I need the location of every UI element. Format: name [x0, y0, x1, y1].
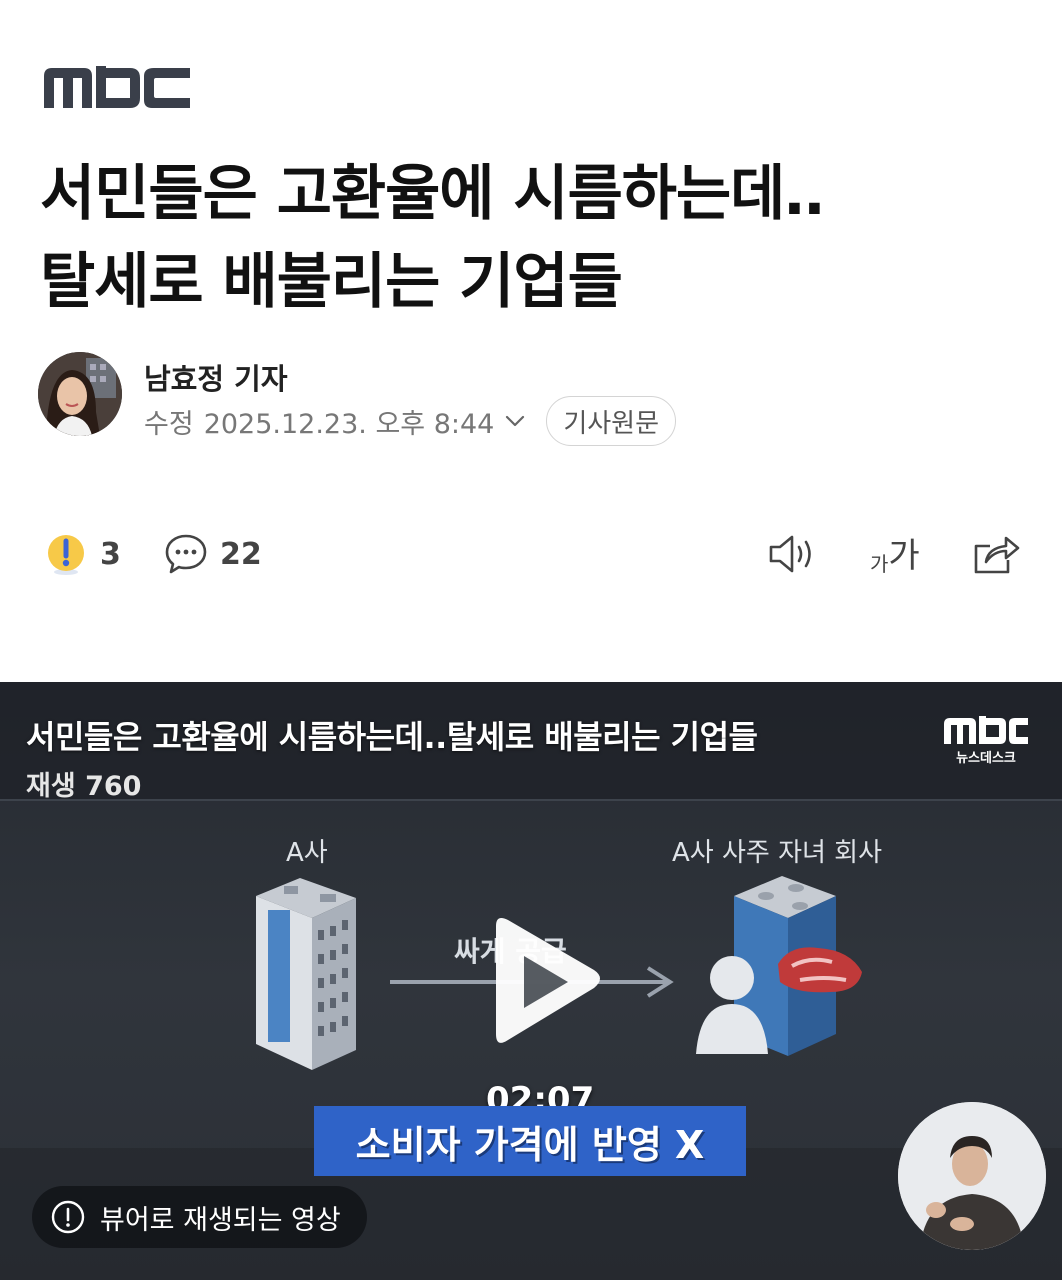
chevron-down-icon[interactable]: [502, 408, 528, 434]
author-section: 남효정 기자 수정 2025.12.23. 오후 8:44 기사원문: [38, 352, 758, 446]
sign-language-interpreter: [898, 1102, 1046, 1250]
video-view-count: 재생 760: [26, 771, 142, 802]
headline-line-1: 서민들은 고환율에 시름하는데‥: [40, 159, 824, 229]
share-button[interactable]: [972, 522, 1020, 586]
video-caption-banner: 소비자 가격에 반영 X: [314, 1106, 746, 1176]
reporter-name[interactable]: 남효정 기자: [144, 356, 288, 398]
tts-speaker-icon: [768, 532, 818, 576]
info-icon: [50, 1199, 86, 1235]
headline-line-2: 탈세로 배불리는 기업들: [40, 247, 623, 317]
font-size-button[interactable]: 가 가: [870, 522, 920, 586]
play-button-icon[interactable]: [478, 912, 606, 1052]
article-headline: 서민들은 고환율에 시름하는데‥ 탈세로 배불리는 기업들: [40, 150, 1030, 326]
scene-label-subsidiary: A사 사주 자녀 회사: [672, 838, 883, 868]
original-article-button[interactable]: 기사원문: [546, 396, 677, 446]
font-size-large-label: 가: [888, 536, 920, 576]
reaction-icon: [44, 532, 88, 576]
video-title: 서민들은 고환율에 시름하는데..탈세로 배불리는 기업들: [26, 718, 758, 756]
comment-button[interactable]: 22: [164, 522, 262, 586]
tts-button[interactable]: [768, 522, 818, 586]
comment-icon: [164, 532, 208, 576]
scene-label-company: A사: [286, 838, 328, 868]
reaction-count: 3: [100, 536, 121, 572]
font-size-small-label: 가: [870, 552, 889, 576]
modified-datetime: 2025.12.23. 오후 8:44: [203, 408, 495, 440]
article-actions: 3 22 가 가: [0, 522, 1062, 586]
viewer-notice-text: 뷰어로 재생되는 영상: [100, 1204, 341, 1236]
font-size-icon: 가 가: [870, 534, 920, 574]
reporter-avatar[interactable]: [38, 352, 122, 436]
newsdesk-logo: 뉴스데스크: [944, 716, 1028, 766]
video-player[interactable]: 서민들은 고환율에 시름하는데..탈세로 배불리는 기업들 재생 760 뉴스데…: [0, 682, 1062, 1280]
article-meta: 수정 2025.12.23. 오후 8:44 기사원문: [144, 396, 677, 446]
reaction-button[interactable]: 3: [44, 522, 121, 586]
share-icon: [972, 532, 1020, 576]
mbc-logo[interactable]: [44, 66, 190, 110]
modified-label: 수정: [144, 408, 194, 440]
comment-count: 22: [220, 536, 262, 572]
viewer-playback-notice[interactable]: 뷰어로 재생되는 영상: [32, 1186, 367, 1248]
newsdesk-subtitle: 뉴스데스크: [956, 751, 1016, 766]
